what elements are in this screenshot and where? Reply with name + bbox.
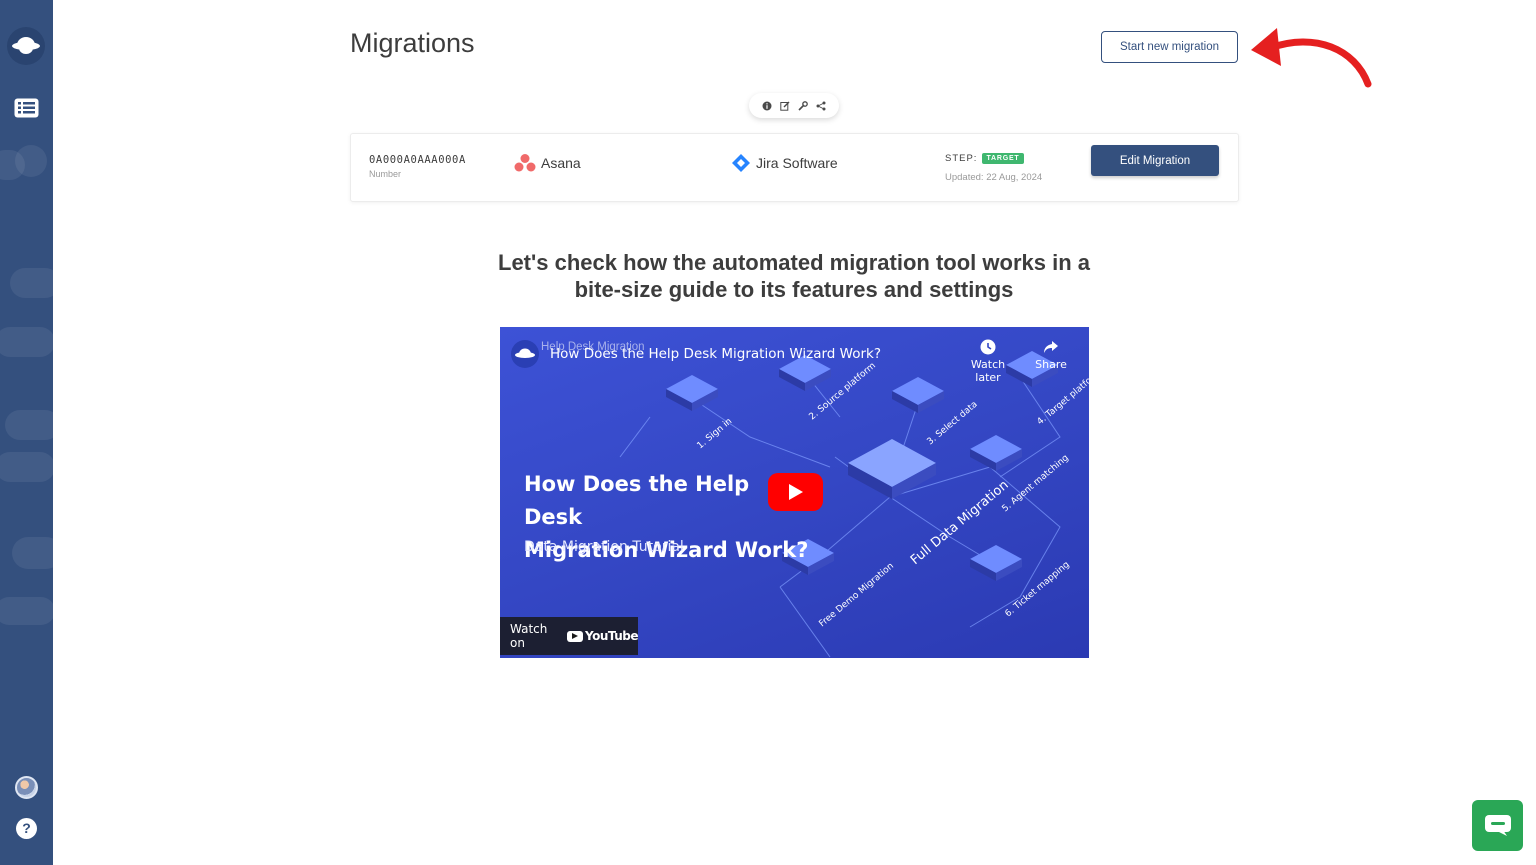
guide-heading-line: bite-size guide to its features and sett… — [574, 277, 1014, 302]
source-platform: Asana — [514, 153, 581, 173]
sidebar-decoration — [15, 145, 47, 177]
asana-logo-icon — [514, 154, 536, 172]
target-platform-name: Jira Software — [756, 155, 838, 171]
updated-date: Updated: 22 Aug, 2024 — [945, 172, 1043, 183]
share-button[interactable]: Share — [1028, 339, 1074, 371]
wrench-icon[interactable] — [797, 100, 809, 112]
list-icon[interactable] — [14, 98, 39, 118]
channel-avatar-icon[interactable] — [511, 340, 539, 368]
edit-icon[interactable] — [779, 100, 791, 112]
sidebar: ? — [0, 0, 53, 865]
youtube-logo: YouTube — [566, 629, 639, 643]
watch-later-button[interactable]: Watch later — [958, 339, 1018, 384]
watch-on-label: Watch on — [510, 622, 548, 650]
youtube-wordmark: YouTube — [584, 629, 639, 643]
video-step-label: 1. Sign in — [696, 417, 735, 452]
migration-card: 0A000A0AAA000A Number Asana Jira Softwar… — [350, 133, 1239, 202]
target-platform: Jira Software — [731, 153, 838, 173]
migration-number-label: Number — [369, 169, 402, 179]
migration-number: 0A000A0AAA000A — [369, 154, 466, 166]
share-icon[interactable] — [815, 100, 827, 112]
guide-heading-line: Let's check how the automated migration … — [498, 250, 1090, 275]
guide-heading: Let's check how the automated migration … — [450, 249, 1138, 303]
sidebar-decoration — [12, 537, 53, 569]
watch-later-label: Watch later — [970, 358, 1006, 384]
sidebar-decoration — [10, 268, 53, 298]
sidebar-decoration — [0, 452, 53, 482]
source-platform-name: Asana — [541, 155, 581, 171]
clock-icon — [980, 339, 996, 355]
planet-logo-icon[interactable] — [7, 27, 45, 65]
video-step-label: Free Demo Migration — [818, 561, 896, 629]
chat-icon — [1484, 814, 1511, 836]
video-player[interactable]: 1. Sign in 2. Source platform 3. Select … — [500, 327, 1089, 658]
status-badge: TARGET — [982, 153, 1024, 164]
video-subtitle: Data Migration Tutorial — [524, 539, 684, 555]
jira-logo-icon — [732, 154, 750, 172]
step-label: STEP: — [945, 153, 978, 164]
edit-migration-button[interactable]: Edit Migration — [1091, 145, 1219, 176]
video-title[interactable]: How Does the Help Desk Migration Wizard … — [550, 346, 881, 362]
play-button[interactable] — [768, 473, 823, 511]
migration-step: STEP: TARGET — [945, 153, 1024, 164]
youtube-play-icon — [566, 630, 583, 642]
start-new-migration-button[interactable]: Start new migration — [1101, 31, 1238, 63]
sidebar-decoration — [0, 327, 53, 357]
watch-on-youtube-button[interactable]: Watch on YouTube — [500, 617, 639, 655]
sidebar-decoration — [5, 410, 53, 440]
play-icon — [788, 484, 803, 500]
share-label: Share — [1035, 358, 1067, 371]
help-icon[interactable]: ? — [16, 818, 37, 839]
info-icon[interactable] — [761, 100, 773, 112]
avatar[interactable] — [15, 776, 38, 799]
page-title: Migrations — [350, 28, 475, 58]
video-step-label: 3. Select data — [926, 400, 980, 448]
annotation-arrow-icon — [1251, 28, 1372, 88]
migration-toolbar — [749, 93, 839, 118]
share-arrow-icon — [1044, 341, 1058, 353]
sidebar-decoration — [0, 597, 53, 625]
chat-button[interactable] — [1472, 800, 1523, 851]
